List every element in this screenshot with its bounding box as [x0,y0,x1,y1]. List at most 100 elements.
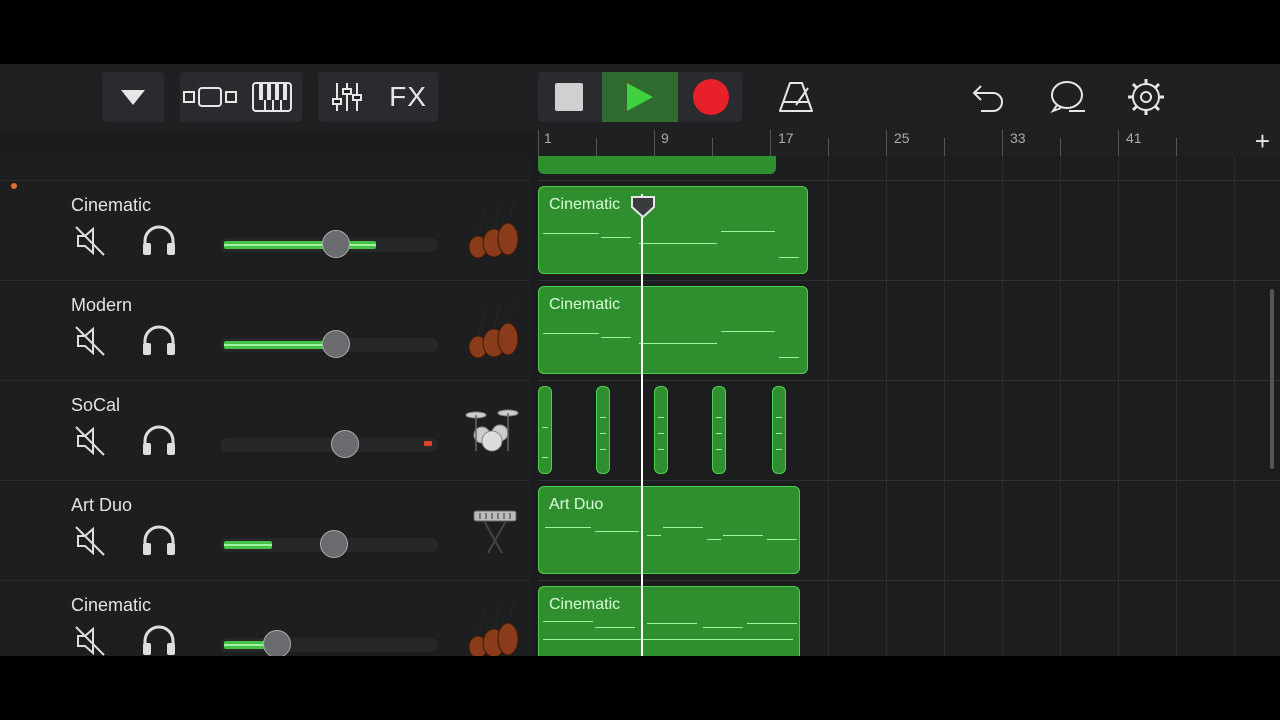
midi-note [779,357,799,358]
bar-ruler[interactable]: 1 9 17 25 33 41 + [538,126,1280,156]
clip-indicator [424,441,432,446]
headphones-icon[interactable] [141,225,177,262]
volume-slider[interactable] [220,330,438,358]
play-button[interactable] [602,72,678,122]
keyboard-icon[interactable] [242,72,302,122]
region[interactable]: Cinematic [538,586,800,656]
fx-button[interactable]: FX [378,72,438,122]
volume-knob[interactable] [322,230,350,258]
midi-note [601,237,631,238]
track-name: SoCal [71,395,121,415]
region[interactable]: Art Duo [538,486,800,574]
volume-slider[interactable] [220,430,438,458]
midi-note [595,531,639,532]
track-header[interactable]: Cinematic [0,580,530,656]
region-label: Cinematic [549,296,621,313]
dropdown-triangle-icon[interactable] [102,72,164,122]
playhead-handle-icon[interactable] [630,195,656,224]
drum-region[interactable] [712,386,726,474]
midi-note [658,417,664,418]
track-header[interactable]: Art Duo [0,480,530,581]
vertical-scrollbar[interactable] [1270,289,1274,469]
midi-note [776,417,782,418]
undo-icon[interactable] [958,72,1018,122]
region[interactable]: Cinematic [538,286,808,374]
mute-icon[interactable] [74,525,106,562]
mute-icon[interactable] [74,225,106,262]
track-header[interactable]: Modern [0,280,530,381]
volume-knob[interactable] [263,630,291,656]
drum-kit-icon [462,401,522,461]
strings-icon [462,300,522,361]
lane-divider [538,580,1280,581]
bar-number: 25 [894,130,910,146]
drum-region[interactable] [772,386,786,474]
track-headers: Cinematic Modern SoCal Art Duo Cinematic [0,156,530,656]
grid-line [1002,156,1003,656]
volume-level [224,241,376,249]
midi-note [647,535,661,536]
timeline[interactable]: Cinematic Cinematic Art Duo Cinematic [538,156,1280,656]
volume-knob[interactable] [320,530,348,558]
midi-note [723,535,763,536]
ruler-tick [944,138,945,156]
mute-icon[interactable] [74,625,106,656]
ruler-tick [1002,130,1003,156]
midi-note [647,623,697,624]
headphones-icon[interactable] [141,625,177,656]
track-header[interactable]: SoCal [0,380,530,481]
volume-slider[interactable] [220,230,438,258]
volume-knob[interactable] [331,430,359,458]
volume-knob[interactable] [322,330,350,358]
add-section-button[interactable]: + [1255,126,1270,157]
midi-note [721,231,775,232]
playhead[interactable] [641,194,643,656]
volume-slider[interactable] [220,630,438,656]
play-icon [627,83,653,111]
ruler-tick [538,130,539,156]
bar-number: 1 [544,130,552,146]
midi-note [545,527,591,528]
midi-note [639,243,717,244]
metronome-icon[interactable] [766,72,826,122]
loop-icon[interactable] [1038,72,1098,122]
grid-line [1118,156,1119,656]
track-name: Modern [71,295,133,315]
ruler-tick [596,138,597,156]
browser-group [102,72,164,122]
grid-line [886,156,887,656]
midi-note [542,427,548,428]
settings-gear-icon[interactable] [1116,72,1176,122]
region-partial[interactable] [538,156,776,174]
grid-line [1234,156,1235,656]
mute-icon[interactable] [74,325,106,362]
toolbar: FX [0,64,1280,130]
volume-slider[interactable] [220,530,438,558]
stop-button[interactable] [538,72,600,122]
drum-region[interactable] [654,386,668,474]
ruler-tick [1060,138,1061,156]
mixer-icon[interactable] [318,72,376,122]
headphones-icon[interactable] [141,525,177,562]
track-header[interactable]: Cinematic [0,180,530,281]
view-group [180,72,302,122]
mute-icon[interactable] [74,425,106,462]
bar-number: 17 [778,130,794,146]
region[interactable]: Cinematic [538,186,808,274]
midi-note [716,449,722,450]
region-label: Cinematic [549,596,621,613]
record-icon [693,79,729,115]
midi-note [779,257,799,258]
midi-note [600,417,606,418]
headphones-icon[interactable] [141,425,177,462]
ruler-tick [1176,138,1177,156]
drum-region[interactable] [538,386,552,474]
track-name: Cinematic [71,595,152,615]
ruler-tick [828,138,829,156]
grid-line [828,156,829,656]
record-button[interactable] [680,72,742,122]
headphones-icon[interactable] [141,325,177,362]
drum-region[interactable] [596,386,610,474]
tracks-view-icon[interactable] [180,72,240,122]
region-label: Art Duo [549,496,604,513]
